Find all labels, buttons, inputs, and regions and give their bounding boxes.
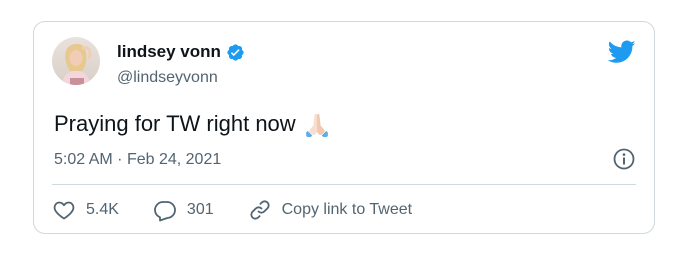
reply-bubble-icon xyxy=(154,201,176,222)
verified-badge-icon xyxy=(227,43,244,61)
tweet-actions: 5.4K 301 Copy link to Tweet xyxy=(52,197,446,223)
link-icon xyxy=(250,200,270,220)
tweet-timestamp[interactable]: 5:02 AM · Feb 24, 2021 xyxy=(54,150,221,170)
tweet-text: Praying for TW right now xyxy=(54,110,330,138)
heart-icon xyxy=(53,201,75,220)
divider xyxy=(52,184,636,185)
like-count: 5.4K xyxy=(86,201,119,218)
avatar-image xyxy=(52,37,100,85)
copy-link-label: Copy link to Tweet xyxy=(281,201,413,218)
copy-link-button[interactable]: Copy link to Tweet xyxy=(248,198,412,222)
timestamp-separator: · xyxy=(117,151,123,168)
tweet-text-content: Praying for TW right now xyxy=(54,111,296,136)
reply-count: 301 xyxy=(186,201,214,218)
reply-button[interactable]: 301 xyxy=(153,198,214,222)
tweet-time: 5:02 AM xyxy=(54,151,113,168)
avatar[interactable] xyxy=(52,37,100,85)
author-handle[interactable]: @lindseyvonn xyxy=(117,68,218,88)
tweet-date: Feb 24, 2021 xyxy=(126,151,222,168)
twitter-bird-icon[interactable] xyxy=(608,40,636,64)
like-button[interactable]: 5.4K xyxy=(52,198,119,222)
author-display-name[interactable]: lindsey vonn xyxy=(117,42,221,62)
embedded-tweet-card[interactable]: lindsey vonn @lindseyvonn Praying for TW… xyxy=(33,21,655,234)
info-icon[interactable] xyxy=(612,147,636,171)
folded-hands-emoji-icon xyxy=(305,113,328,137)
